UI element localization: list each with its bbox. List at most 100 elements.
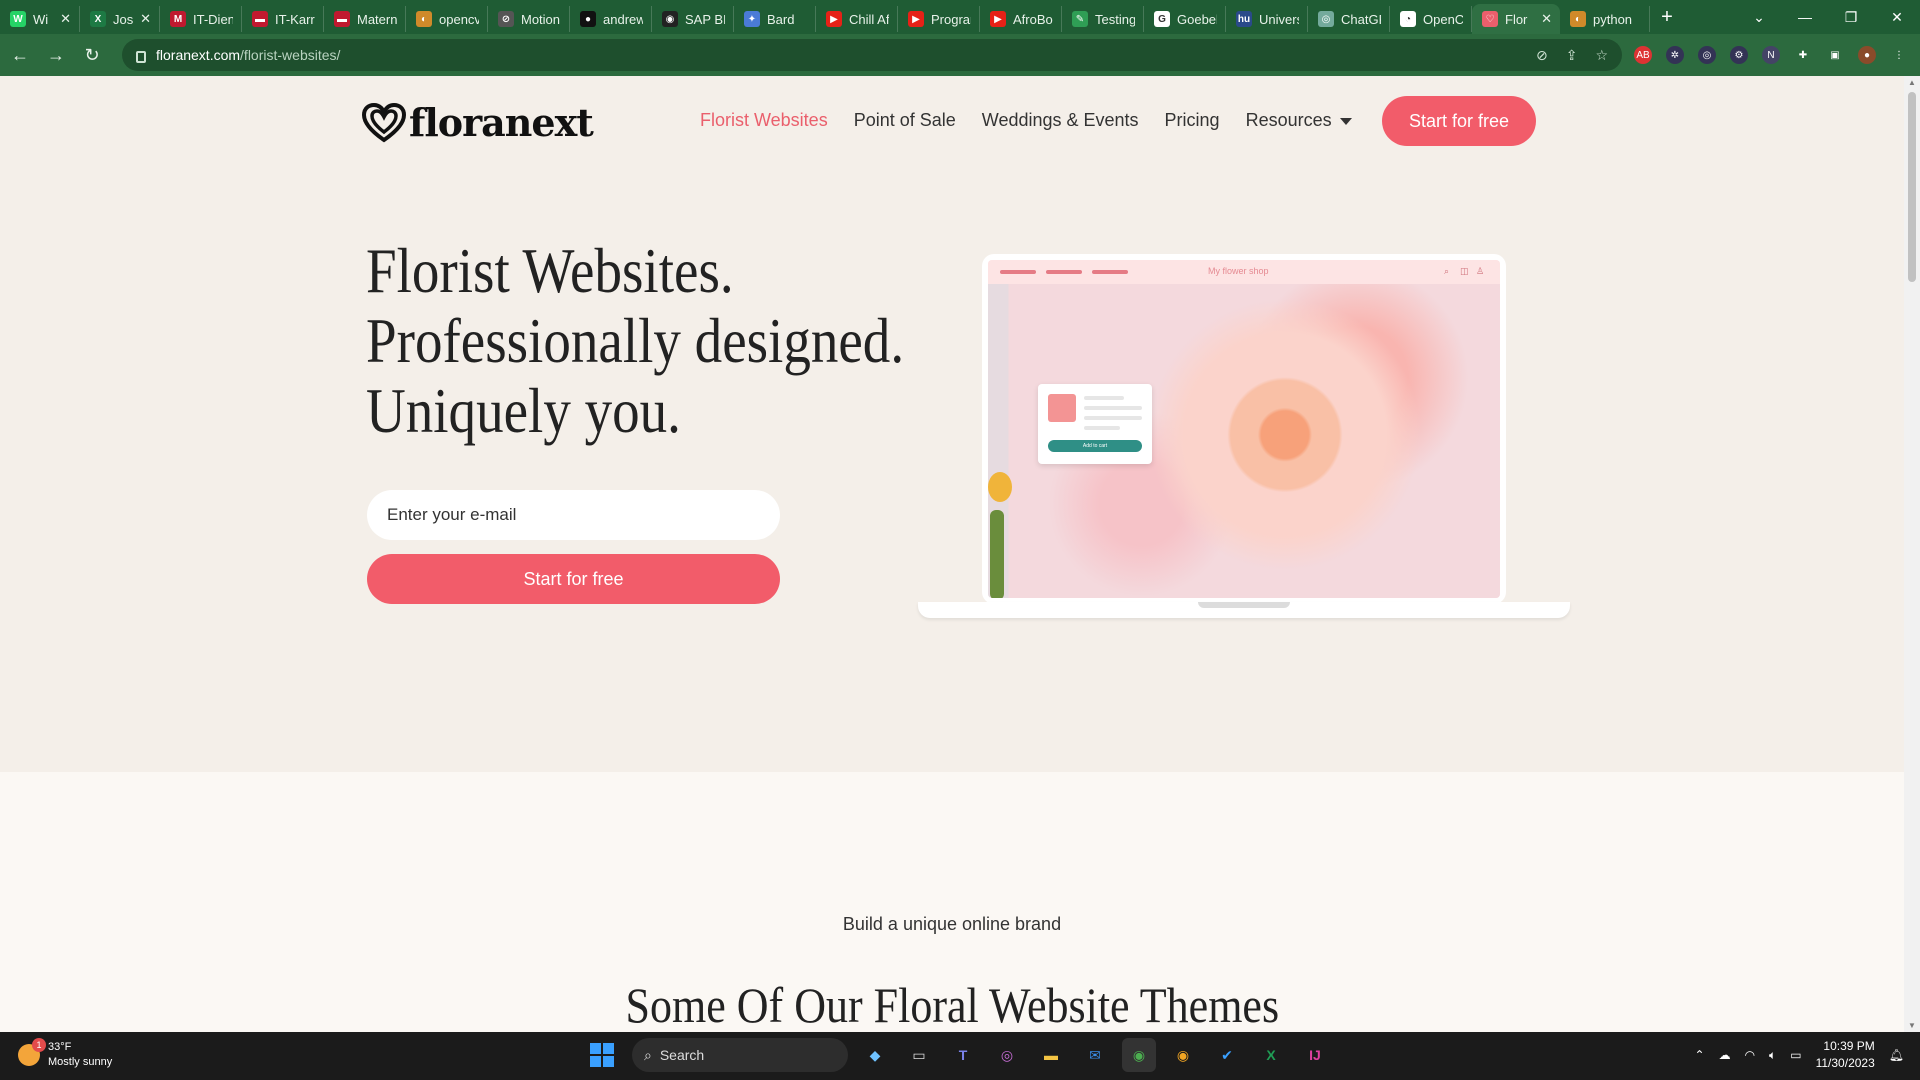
browser-tab[interactable]: M IT-Dien bbox=[160, 6, 242, 32]
browser-tab[interactable]: ◉ SAP BI D bbox=[652, 6, 734, 32]
scrollbar-thumb[interactable] bbox=[1908, 92, 1916, 282]
url-bar[interactable]: floranext.com/florist-websites/ ⊘ ⇪ ☆ bbox=[122, 39, 1622, 71]
screen-content: My flower shop ⌕ ◫ ♙ Add to cart bbox=[988, 260, 1500, 598]
close-window-button[interactable]: ✕ bbox=[1874, 9, 1920, 26]
gear-icon[interactable]: ⚙ bbox=[1730, 46, 1748, 64]
weather-widget[interactable]: 1 33°F Mostly sunny bbox=[18, 1038, 112, 1070]
puzzle-icon[interactable]: ✚ bbox=[1794, 46, 1812, 64]
browser-tab[interactable]: ▶ Progran bbox=[898, 6, 980, 32]
nav-item-florist-websites[interactable]: Florist Websites bbox=[700, 110, 828, 131]
weather-text: 33°F Mostly sunny bbox=[48, 1040, 112, 1070]
windows-start-icon[interactable] bbox=[590, 1043, 614, 1067]
task-view-icon[interactable]: ▭ bbox=[902, 1038, 936, 1072]
browser-tab[interactable]: ◐ python bbox=[1560, 6, 1650, 32]
close-tab-icon[interactable]: ✕ bbox=[1541, 11, 1552, 27]
browser-tab[interactable]: ✎ Testing bbox=[1062, 6, 1144, 32]
tab-favicon-icon: hu bbox=[1236, 11, 1252, 27]
browser-tab[interactable]: X Jos ✕ bbox=[80, 6, 160, 32]
volume-icon[interactable]: 🔈︎ bbox=[1769, 1048, 1776, 1063]
url-host: floranext.com bbox=[156, 47, 241, 63]
scroll-up-arrow-icon[interactable]: ▲ bbox=[1904, 78, 1920, 87]
intellij-icon[interactable]: IJ bbox=[1298, 1038, 1332, 1072]
forward-button[interactable]: → bbox=[40, 39, 72, 71]
minimize-button[interactable]: — bbox=[1782, 9, 1828, 25]
tab-label: Bard bbox=[767, 11, 795, 27]
side-panel-icon[interactable]: ▣ bbox=[1826, 46, 1844, 64]
page-scrollbar[interactable]: ▲ ▼ bbox=[1904, 76, 1920, 1032]
bookmark-star-icon[interactable]: ☆ bbox=[1595, 47, 1608, 64]
browser-tab[interactable]: hu Univers bbox=[1226, 6, 1308, 32]
mail-icon[interactable]: ✉ bbox=[1078, 1038, 1112, 1072]
floranext-logo[interactable]: floranext bbox=[361, 100, 594, 145]
copilot-icon[interactable]: ◆ bbox=[858, 1038, 892, 1072]
browser-tab[interactable]: ✦ Bard bbox=[734, 6, 816, 32]
close-tab-icon[interactable]: ✕ bbox=[60, 11, 71, 27]
extension-icon[interactable]: ◎ bbox=[1698, 46, 1716, 64]
tab-search-icon[interactable]: ⌄ bbox=[1736, 9, 1782, 26]
battery-icon[interactable]: ▭ bbox=[1790, 1048, 1801, 1062]
back-button[interactable]: ← bbox=[4, 39, 36, 71]
laptop-notch bbox=[1198, 602, 1290, 608]
clock-time: 10:39 PM bbox=[1823, 1039, 1875, 1053]
email-input[interactable] bbox=[367, 490, 780, 540]
taskbar-search[interactable]: ⌕ Search bbox=[632, 1038, 848, 1072]
adblock-icon[interactable]: AB bbox=[1634, 46, 1652, 64]
windows-taskbar: 1 33°F Mostly sunny ⌕ Search ◆ ▭ T ◎ ▬ ✉… bbox=[0, 1032, 1920, 1080]
section-title: Some Of Our Floral Website Themes bbox=[0, 976, 1904, 1032]
tab-list: W Wi ✕ X Jos ✕ M IT-Dien ▬ IT-Karri ▬ Matern ◐ opencv… bbox=[0, 0, 1650, 34]
nav-item-weddings-events[interactable]: Weddings & Events bbox=[982, 110, 1139, 131]
web-page: floranext Florist Websites Point of Sale W… bbox=[0, 76, 1904, 1032]
profile-avatar[interactable]: ● bbox=[1858, 46, 1876, 64]
menu-kebab-icon[interactable]: ⋮ bbox=[1890, 46, 1908, 64]
site-header: floranext Florist Websites Point of Sale W… bbox=[0, 76, 1904, 166]
start-for-free-nav-button[interactable]: Start for free bbox=[1382, 96, 1536, 146]
wifi-icon[interactable]: ◠ bbox=[1745, 1048, 1755, 1062]
restore-button[interactable]: ❐ bbox=[1828, 9, 1874, 26]
excel-icon[interactable]: X bbox=[1254, 1038, 1288, 1072]
onedrive-icon[interactable]: ☁ bbox=[1719, 1048, 1731, 1062]
browser-tab[interactable]: ◎ ChatGP bbox=[1308, 6, 1390, 32]
chrome-canary-icon[interactable]: ◉ bbox=[1166, 1038, 1200, 1072]
logo-text: floranext bbox=[409, 100, 594, 145]
browser-tab-strip: W Wi ✕ X Jos ✕ M IT-Dien ▬ IT-Karri ▬ Matern ◐ opencv… bbox=[0, 0, 1920, 34]
browser-tab[interactable]: ⊘ Motion bbox=[488, 6, 570, 32]
hero-heading-line: Professionally designed. bbox=[366, 305, 905, 376]
browser-tab[interactable]: ▬ IT-Karri bbox=[242, 6, 324, 32]
clock[interactable]: 10:39 PM 11/30/2023 bbox=[1816, 1038, 1875, 1072]
tab-favicon-icon: ✎ bbox=[1072, 11, 1088, 27]
nav-item-point-of-sale[interactable]: Point of Sale bbox=[854, 110, 956, 131]
chrome-icon[interactable]: ◉ bbox=[1122, 1038, 1156, 1072]
browser-tab[interactable]: ▶ AfroBop bbox=[980, 6, 1062, 32]
nav-item-resources[interactable]: Resources bbox=[1246, 110, 1352, 131]
eye-slash-icon[interactable]: ⊘ bbox=[1536, 47, 1548, 64]
tab-favicon-icon: X bbox=[90, 11, 106, 27]
lock-icon bbox=[136, 51, 146, 63]
extension-icon[interactable]: N bbox=[1762, 46, 1780, 64]
tab-label: Testing bbox=[1095, 11, 1135, 27]
notification-bell-icon[interactable]: 🔔︎ bbox=[1889, 1048, 1904, 1062]
browser-tab[interactable]: ▬ Matern bbox=[324, 6, 406, 32]
chevron-up-icon[interactable]: ⌃ bbox=[1695, 1048, 1705, 1062]
start-for-free-hero-button[interactable]: Start for free bbox=[367, 554, 780, 604]
tab-favicon-icon: G bbox=[1154, 11, 1170, 27]
todo-icon[interactable]: ✔ bbox=[1210, 1038, 1244, 1072]
browser-tab[interactable]: ◔ OpenCV bbox=[1390, 6, 1472, 32]
browser-tab[interactable]: G Goebel, bbox=[1144, 6, 1226, 32]
extension-icon[interactable]: ✲ bbox=[1666, 46, 1684, 64]
scroll-down-arrow-icon[interactable]: ▼ bbox=[1904, 1021, 1920, 1030]
camera-app-icon[interactable]: ◎ bbox=[990, 1038, 1024, 1072]
browser-tab[interactable]: W Wi ✕ bbox=[0, 6, 80, 32]
browser-tab[interactable]: ▶ Chill Afr bbox=[816, 6, 898, 32]
share-icon[interactable]: ⇪ bbox=[1566, 47, 1578, 64]
browser-tab[interactable]: ◐ opencv bbox=[406, 6, 488, 32]
browser-tab[interactable]: ♡ Flor ✕ bbox=[1472, 4, 1560, 34]
teams-icon[interactable]: T bbox=[946, 1038, 980, 1072]
new-tab-button[interactable]: + bbox=[1650, 6, 1684, 29]
close-tab-icon[interactable]: ✕ bbox=[140, 11, 151, 27]
nav-item-pricing[interactable]: Pricing bbox=[1165, 110, 1220, 131]
reload-button[interactable]: ↻ bbox=[76, 39, 108, 71]
file-explorer-icon[interactable]: ▬ bbox=[1034, 1038, 1068, 1072]
tab-favicon-icon: ● bbox=[580, 11, 596, 27]
browser-tab[interactable]: ● andrew bbox=[570, 6, 652, 32]
heart-logo-icon bbox=[361, 102, 407, 142]
